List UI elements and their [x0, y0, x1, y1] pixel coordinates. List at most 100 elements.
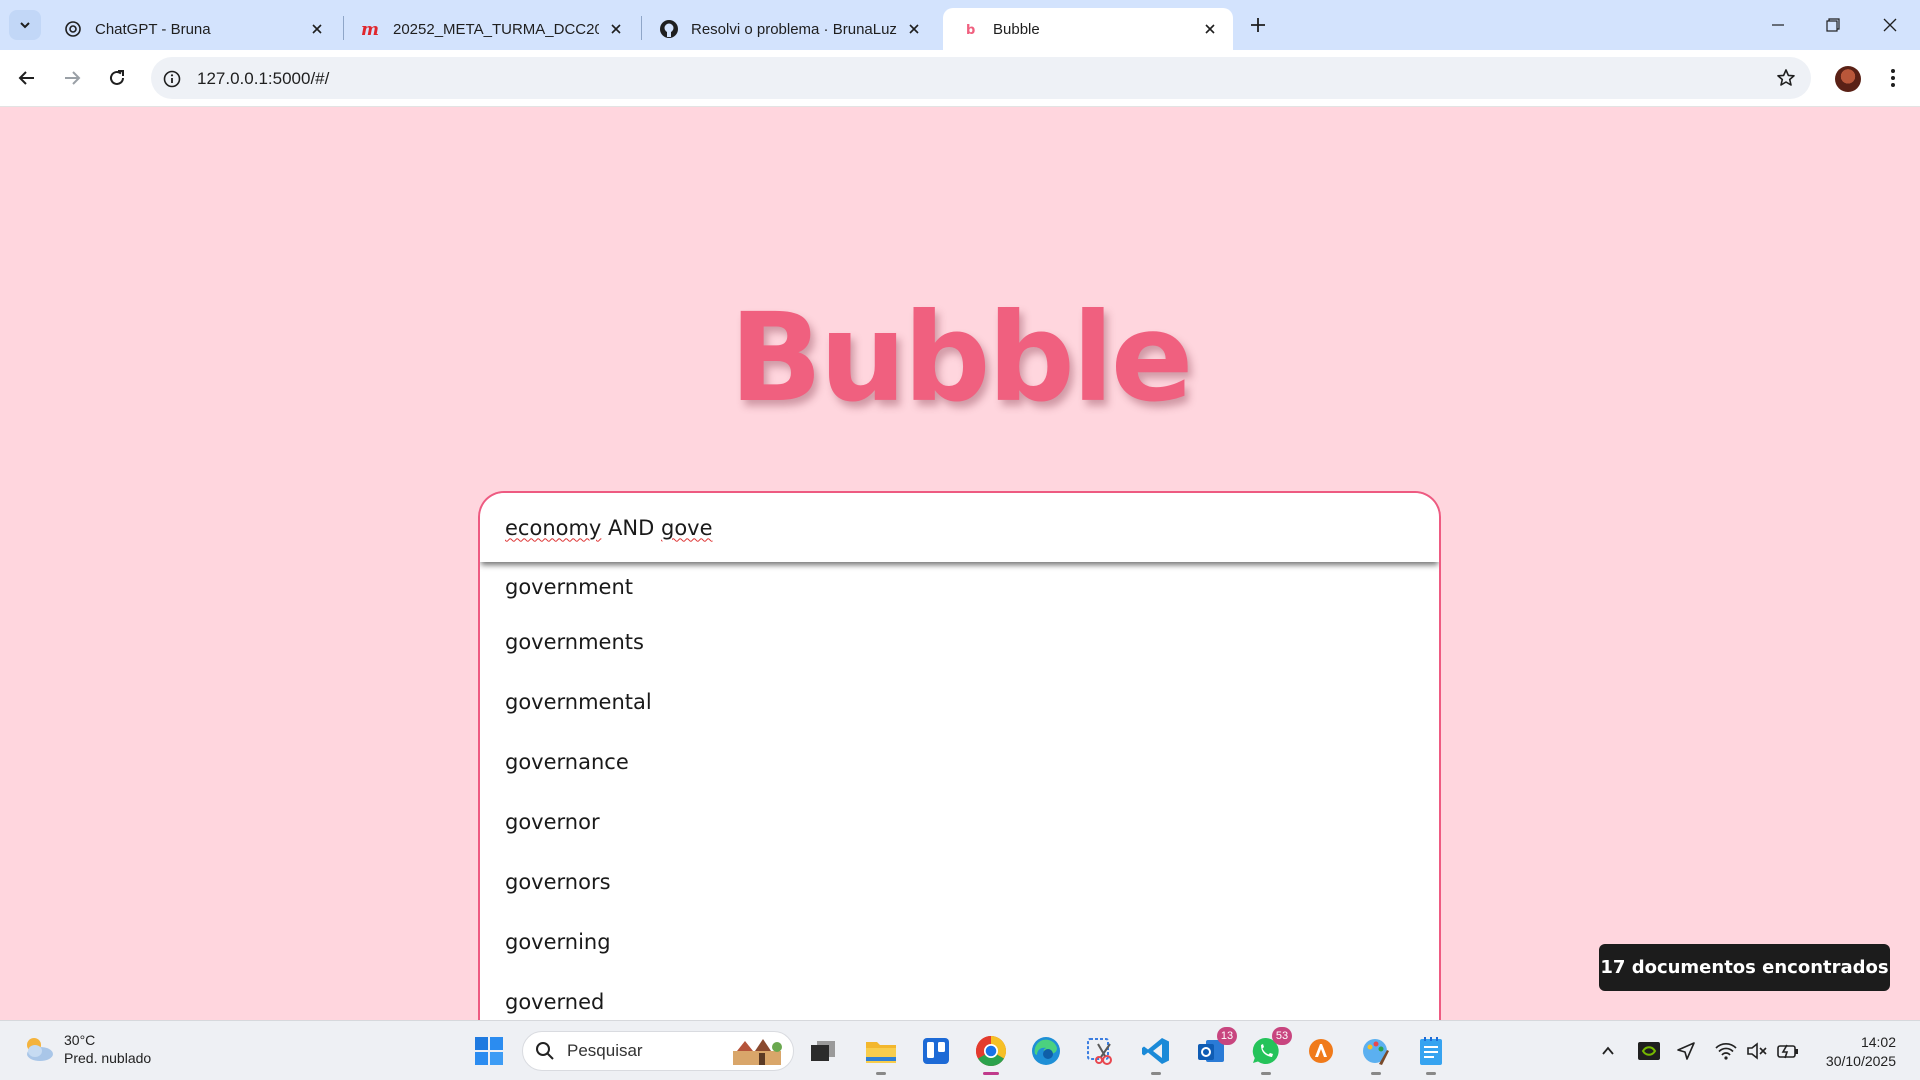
site-info-icon[interactable] [161, 68, 183, 90]
edge-icon [1032, 1037, 1060, 1065]
tray-volume[interactable] [1745, 1039, 1769, 1063]
taskbar-search-placeholder: Pesquisar [567, 1041, 643, 1060]
weather-desc: Pred. nublado [64, 1050, 152, 1066]
close-icon[interactable] [607, 20, 625, 38]
tab-title: 20252_META_TURMA_DCC207- [393, 20, 599, 38]
tray-wifi[interactable] [1714, 1039, 1738, 1063]
taskbar-clock[interactable]: 14:02 30/10/2025 [1812, 1033, 1896, 1071]
bubble-logo: Bubble [729, 287, 1193, 429]
taskbar-file-explorer[interactable] [861, 1031, 901, 1075]
taskbar-search[interactable]: Pesquisar [522, 1031, 794, 1071]
back-button[interactable] [10, 61, 44, 95]
tray-overflow-button[interactable] [1596, 1039, 1620, 1063]
taskbar-notepad[interactable] [1411, 1031, 1451, 1075]
minimize-button[interactable] [1755, 10, 1801, 40]
close-icon[interactable] [905, 20, 923, 38]
chatgpt-icon [63, 19, 83, 39]
suggestion-list: government governments governmental gove… [480, 562, 1439, 1032]
taskbar-whatsapp[interactable]: 53 [1246, 1027, 1292, 1075]
taskbar-snipping-tool[interactable] [1081, 1031, 1121, 1071]
running-indicator [1371, 1072, 1381, 1075]
search-input[interactable]: economy AND gove [480, 493, 1439, 562]
tray-battery[interactable] [1776, 1039, 1800, 1063]
arrow-right-icon [65, 71, 81, 85]
weather-widget[interactable]: 30°C Pred. nublado [20, 1031, 151, 1067]
paint-icon [1363, 1039, 1389, 1065]
taskbar-avast[interactable] [1301, 1031, 1341, 1071]
taskbar-edge[interactable] [1026, 1031, 1066, 1071]
taskbar-trello[interactable] [916, 1031, 956, 1071]
send-arrow-icon [1677, 1042, 1695, 1060]
restore-button[interactable] [1810, 10, 1856, 40]
volume-muted-icon [1747, 1042, 1767, 1060]
reload-button[interactable] [100, 61, 134, 95]
tab-github[interactable]: Resolvi o problema · BrunaLuzM [641, 8, 937, 50]
github-icon [659, 19, 679, 39]
tab-title: Bubble [993, 20, 1040, 38]
close-icon[interactable] [308, 20, 326, 38]
suggestion-item[interactable]: governmental [480, 672, 1439, 732]
whatsapp-badge: 53 [1272, 1027, 1292, 1045]
arrow-left-icon [18, 71, 34, 85]
taskbar-paint[interactable] [1356, 1031, 1396, 1075]
address-bar[interactable]: 127.0.0.1:5000/#/ [151, 57, 1811, 99]
results-toast: 17 documentos encontrados [1599, 944, 1890, 991]
forward-button[interactable] [55, 61, 89, 95]
suggestion-item[interactable]: governing [480, 912, 1439, 972]
battery-charging-icon [1777, 1044, 1798, 1059]
running-indicator [876, 1072, 886, 1075]
minimize-icon [1772, 24, 1784, 26]
tab-search-button[interactable] [9, 10, 41, 40]
taskbar-outlook[interactable]: 13 [1191, 1027, 1237, 1071]
taskbar-chrome[interactable] [971, 1031, 1011, 1075]
clock-date: 30/10/2025 [1825, 1053, 1896, 1069]
running-indicator [1426, 1072, 1436, 1075]
notepad-icon [1420, 1037, 1442, 1065]
suggestion-item[interactable]: governments [480, 612, 1439, 672]
suggestion-item[interactable]: governors [480, 852, 1439, 912]
tray-nvidia[interactable] [1637, 1039, 1661, 1063]
security-app-icon [1309, 1039, 1333, 1063]
start-button[interactable] [469, 1031, 509, 1071]
new-tab-button[interactable] [1244, 13, 1272, 37]
outlook-badge: 13 [1217, 1027, 1237, 1045]
restore-icon [1826, 18, 1840, 32]
svg-text:m: m [361, 20, 379, 38]
weather-temp: 30°C [64, 1032, 96, 1048]
browser-menu-button[interactable] [1880, 62, 1906, 94]
more-vert-icon [1891, 69, 1895, 87]
taskbar: 30°C Pred. nublado Pesquisar 13 53 14:02… [0, 1020, 1920, 1080]
suggestion-item[interactable]: governor [480, 792, 1439, 852]
tab-chatgpt[interactable]: ChatGPT - Bruna [45, 8, 340, 50]
folder-icon [866, 1042, 896, 1063]
browser-toolbar: 127.0.0.1:5000/#/ [0, 50, 1920, 107]
partly-cloudy-icon [27, 1038, 53, 1061]
query-word: economy [505, 515, 602, 540]
close-icon[interactable] [1201, 20, 1219, 38]
bookmark-star-icon[interactable] [1775, 67, 1797, 89]
suggestion-item[interactable]: governance [480, 732, 1439, 792]
bubble-favicon-icon: b [961, 19, 981, 39]
task-view-icon [811, 1041, 835, 1061]
tab-strip: ChatGPT - Bruna m 20252_META_TURMA_DCC20… [0, 0, 1920, 50]
profile-avatar[interactable] [1835, 66, 1861, 92]
chrome-icon [975, 1036, 1007, 1067]
tab-bubble[interactable]: b Bubble [943, 8, 1233, 50]
tab-title: Resolvi o problema · BrunaLuzM [691, 20, 897, 38]
vscode-icon [1142, 1038, 1169, 1064]
plus-icon [1251, 18, 1265, 32]
clock-time: 14:02 [1860, 1034, 1896, 1050]
query-word: gove [660, 515, 713, 540]
nvidia-icon [1638, 1042, 1660, 1060]
tray-location[interactable] [1674, 1039, 1698, 1063]
chevron-up-icon [1602, 1046, 1614, 1055]
reload-icon [110, 70, 124, 85]
suggestion-item[interactable]: government [480, 562, 1439, 612]
windows-start-icon [475, 1037, 503, 1065]
tab-moodle[interactable]: m 20252_META_TURMA_DCC207- [343, 8, 639, 50]
taskbar-vscode[interactable] [1136, 1031, 1176, 1075]
search-panel: economy AND gove government governments … [478, 491, 1441, 1051]
moodle-icon: m [361, 19, 381, 39]
close-window-button[interactable] [1867, 10, 1913, 40]
taskbar-task-view[interactable] [803, 1031, 843, 1071]
